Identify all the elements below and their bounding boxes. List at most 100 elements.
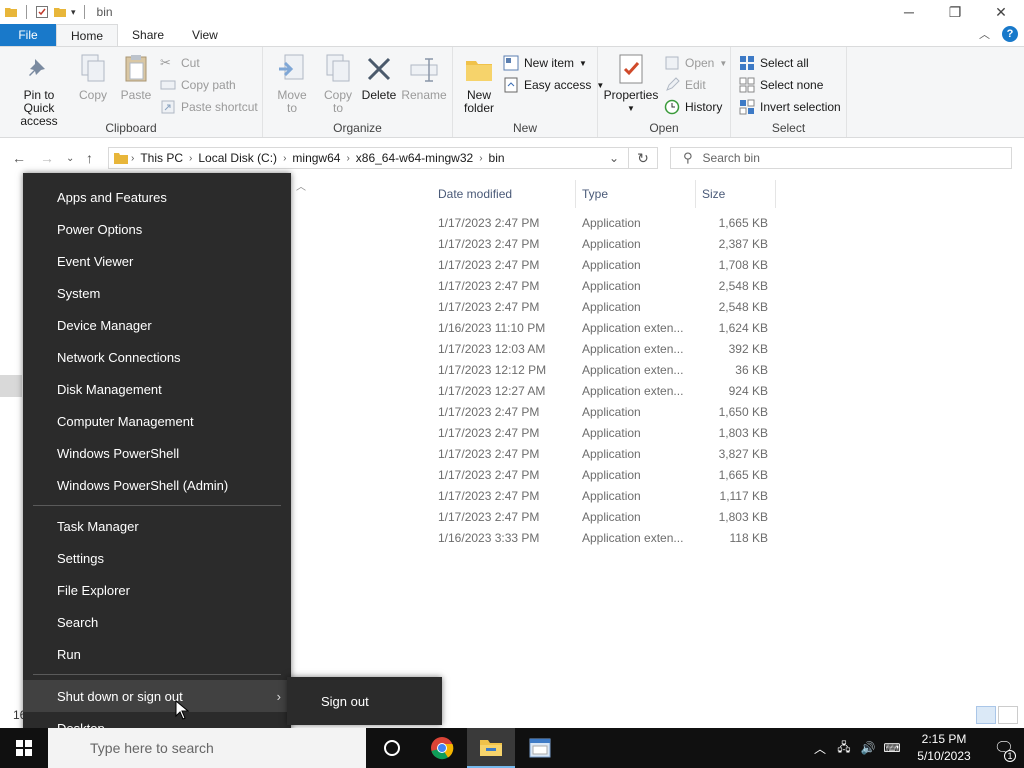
menu-item-0[interactable]: Apps and Features <box>23 181 291 213</box>
invert-selection-button[interactable]: Invert selection <box>739 99 841 115</box>
chevron-right-icon[interactable]: › <box>283 153 286 164</box>
tab-home[interactable]: Home <box>56 24 119 46</box>
breadcrumb-mingw64[interactable]: mingw64 <box>292 151 340 165</box>
clock[interactable]: 2:15 PM 5/10/2023 <box>904 731 984 765</box>
menu-item-g2-0[interactable]: Task Manager <box>23 510 291 542</box>
volume-icon[interactable]: 🔊 <box>856 728 880 768</box>
large-icons-view-icon[interactable] <box>998 706 1018 724</box>
table-row[interactable]: 1/17/2023 2:47 PM Application 3,827 KB <box>432 444 777 465</box>
menu-item-7[interactable]: Computer Management <box>23 405 291 437</box>
maximize-icon[interactable]: ❐ <box>932 0 978 24</box>
table-row[interactable]: 1/17/2023 12:03 AM Application exten... 39… <box>432 339 777 360</box>
table-row[interactable]: 1/16/2023 11:10 PM Application exten... 1,… <box>432 318 777 339</box>
taskbar-chrome[interactable] <box>418 728 466 768</box>
table-row[interactable]: 1/17/2023 2:47 PM Application 1,665 KB <box>432 465 777 486</box>
action-center-button[interactable]: 🗨 1 <box>984 728 1024 768</box>
column-type[interactable]: Type <box>576 180 696 208</box>
chevron-right-icon[interactable]: › <box>479 153 482 164</box>
select-all-button[interactable]: Select all <box>739 55 809 71</box>
show-hidden-icons-icon[interactable]: ︿ <box>808 728 832 768</box>
delete-button[interactable]: Delete <box>359 53 399 102</box>
menu-item-sign-out[interactable]: Sign out <box>287 677 442 725</box>
task-view-button[interactable] <box>368 728 416 768</box>
chevron-right-icon[interactable]: › <box>131 153 134 164</box>
column-date-modified[interactable]: Date modified <box>432 180 576 208</box>
menu-item-8[interactable]: Windows PowerShell <box>23 437 291 469</box>
collapse-ribbon-icon[interactable]: ︿ <box>979 26 990 42</box>
open-button[interactable]: Open ▼ <box>664 55 727 71</box>
details-view-icon[interactable] <box>976 706 996 724</box>
help-icon[interactable]: ? <box>1002 26 1018 42</box>
move-to-button[interactable]: Move to <box>269 53 315 115</box>
breadcrumb-bin[interactable]: bin <box>489 151 505 165</box>
network-icon[interactable]: 🖧 <box>832 728 856 768</box>
rename-button[interactable]: Rename <box>401 53 447 102</box>
copy-button[interactable]: Copy <box>74 53 112 102</box>
table-row[interactable]: 1/16/2023 3:33 PM Application exten... 118… <box>432 528 777 549</box>
easy-access-button[interactable]: Easy access ▼ <box>503 77 604 93</box>
breadcrumb-x86-64[interactable]: x86_64-w64-mingw32 <box>356 151 473 165</box>
taskbar-search-input[interactable]: Type here to search <box>48 728 366 768</box>
address-dropdown-icon[interactable]: ⌄ <box>600 147 628 169</box>
paste-button[interactable]: Paste <box>116 53 156 102</box>
table-row[interactable]: 1/17/2023 2:47 PM Application 1,708 KB <box>432 255 777 276</box>
minimize-icon[interactable]: ─ <box>886 0 932 24</box>
edit-button[interactable]: Edit <box>664 77 706 93</box>
menu-item-g2-4[interactable]: Run <box>23 638 291 670</box>
search-input[interactable]: ⚲ Search bin <box>670 147 1012 169</box>
menu-item-g2-1[interactable]: Settings <box>23 542 291 574</box>
menu-item-3[interactable]: System <box>23 277 291 309</box>
pin-to-quick-access-button[interactable]: Pin to Quick access <box>6 53 72 128</box>
chevron-right-icon[interactable]: › <box>189 153 192 164</box>
table-row[interactable]: 1/17/2023 12:27 AM Application exten... 92… <box>432 381 777 402</box>
table-row[interactable]: 1/17/2023 2:47 PM Application 1,803 KB <box>432 507 777 528</box>
keyboard-icon[interactable]: ⌨ <box>880 728 904 768</box>
copy-path-button[interactable]: Copy path <box>160 77 236 93</box>
column-size[interactable]: Size <box>696 180 776 208</box>
menu-item-g2-2[interactable]: File Explorer <box>23 574 291 606</box>
history-button[interactable]: History <box>664 99 722 115</box>
table-row[interactable]: 1/17/2023 2:47 PM Application 2,548 KB <box>432 276 777 297</box>
table-row[interactable]: 1/17/2023 2:47 PM Application 2,548 KB <box>432 297 777 318</box>
address-bar[interactable]: › This PC › Local Disk (C:) › mingw64 › … <box>108 147 658 169</box>
menu-item-g2-3[interactable]: Search <box>23 606 291 638</box>
up-arrow-icon[interactable]: ↑ <box>86 150 93 166</box>
menu-item-5[interactable]: Network Connections <box>23 341 291 373</box>
new-item-button[interactable]: New item ▼ <box>503 55 587 71</box>
customize-toolbar-icon[interactable]: ▾ <box>71 7 76 18</box>
table-row[interactable]: 1/17/2023 2:47 PM Application 1,650 KB <box>432 402 777 423</box>
menu-item-shutdown[interactable]: Shut down or sign out › <box>23 680 291 712</box>
cut-button[interactable]: ✂ Cut <box>160 55 200 71</box>
forward-arrow-icon[interactable]: → <box>40 150 54 166</box>
tab-share[interactable]: Share <box>118 24 178 46</box>
new-folder-button[interactable]: New folder <box>461 53 497 115</box>
table-row[interactable]: 1/17/2023 2:47 PM Application 2,387 KB <box>432 234 777 255</box>
table-row[interactable]: 1/17/2023 2:47 PM Application 1,803 KB <box>432 423 777 444</box>
properties-button[interactable]: Properties ▼ <box>604 53 658 115</box>
copy-to-button[interactable]: Copy to <box>315 53 361 115</box>
nav-pane-selected-item[interactable] <box>0 375 22 397</box>
tab-view[interactable]: View <box>178 24 232 46</box>
table-row[interactable]: 1/17/2023 12:12 PM Application exten... 36… <box>432 360 777 381</box>
tab-file[interactable]: File <box>0 24 56 46</box>
menu-item-9[interactable]: Windows PowerShell (Admin) <box>23 469 291 501</box>
properties-icon[interactable] <box>35 5 49 19</box>
menu-item-4[interactable]: Device Manager <box>23 309 291 341</box>
close-icon[interactable]: ✕ <box>978 0 1024 24</box>
table-row[interactable]: 1/17/2023 2:47 PM Application 1,117 KB <box>432 486 777 507</box>
breadcrumb-local-disk[interactable]: Local Disk (C:) <box>198 151 277 165</box>
select-none-button[interactable]: Select none <box>739 77 823 93</box>
paste-shortcut-button[interactable]: Paste shortcut <box>160 99 258 115</box>
start-button[interactable] <box>0 728 48 768</box>
menu-item-6[interactable]: Disk Management <box>23 373 291 405</box>
breadcrumb-this-pc[interactable]: This PC <box>140 151 183 165</box>
taskbar-app[interactable] <box>516 728 564 768</box>
table-row[interactable]: 1/17/2023 2:47 PM Application 1,665 KB <box>432 213 777 234</box>
menu-item-1[interactable]: Power Options <box>23 213 291 245</box>
back-arrow-icon[interactable]: ← <box>12 150 26 166</box>
menu-item-2[interactable]: Event Viewer <box>23 245 291 277</box>
taskbar-file-explorer[interactable] <box>467 728 515 768</box>
chevron-right-icon[interactable]: › <box>346 153 349 164</box>
new-folder-icon[interactable] <box>53 5 67 19</box>
refresh-icon[interactable]: ↻ <box>628 147 658 169</box>
